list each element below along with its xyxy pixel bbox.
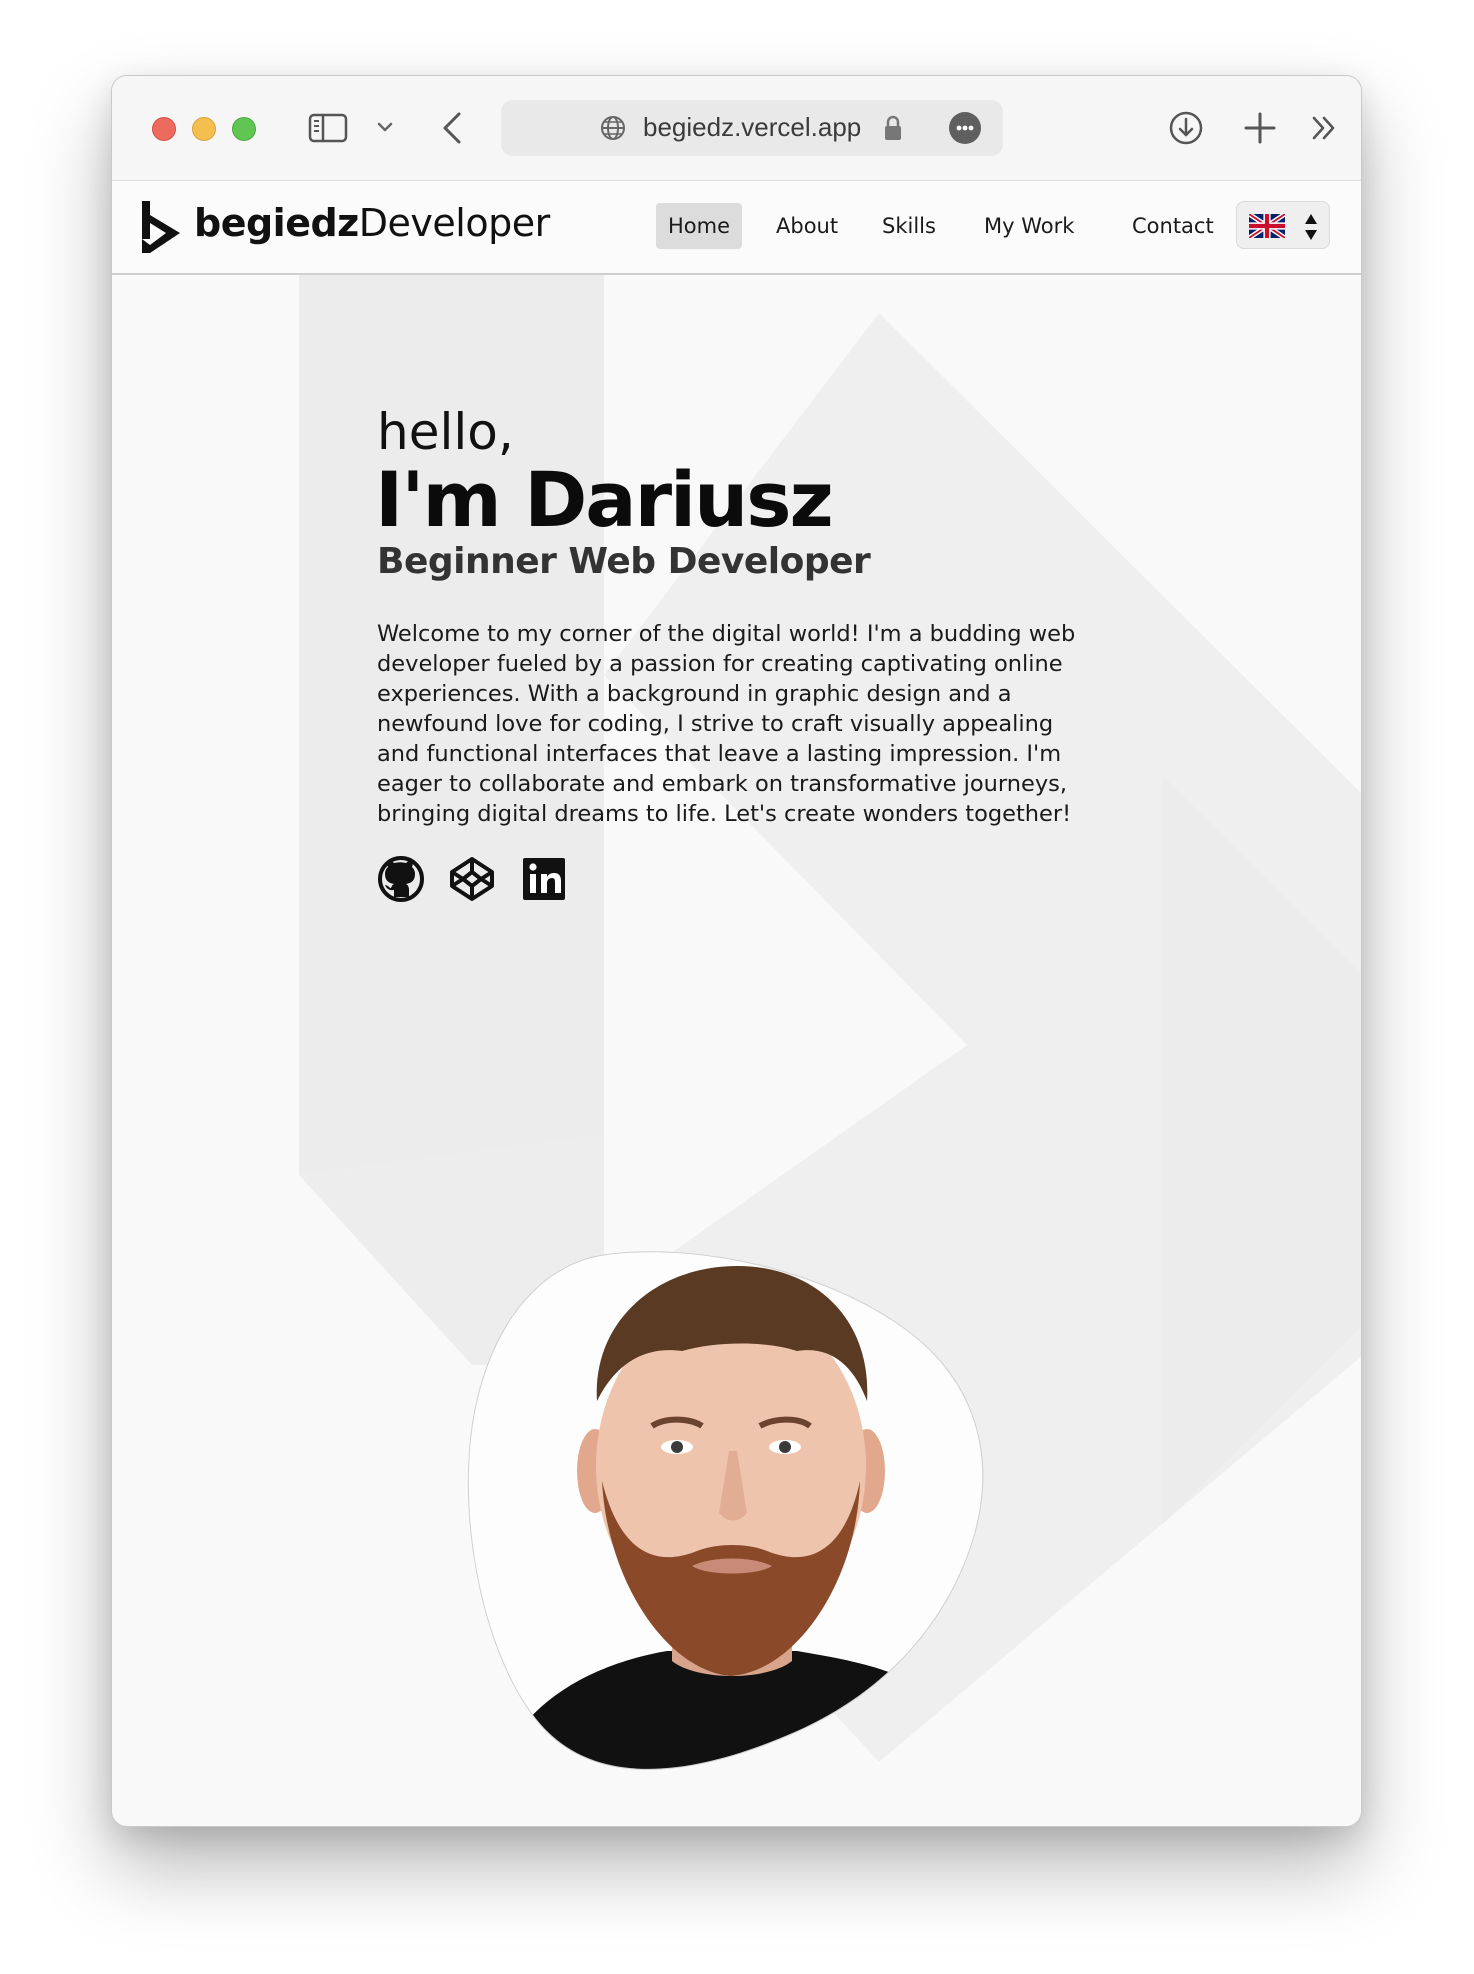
new-tab-plus-icon[interactable] [1244, 110, 1276, 146]
address-bar[interactable]: begiedz.vercel.app [501, 100, 1003, 156]
site-navbar: begiedzDeveloper Home About Skills My Wo… [112, 181, 1361, 275]
overflow-chevrons-icon[interactable] [1308, 112, 1340, 144]
logo-bold-text: begiedz [194, 201, 359, 245]
codepen-icon[interactable] [448, 855, 496, 903]
select-arrows-icon [1305, 214, 1317, 240]
sidebar-toggle-icon[interactable] [308, 112, 348, 144]
logo-light-text: Developer [358, 201, 550, 245]
minimize-window-button[interactable] [192, 117, 216, 141]
uk-flag-icon [1249, 214, 1285, 238]
globe-icon [601, 116, 625, 140]
hero-role: Beginner Web Developer [377, 541, 871, 582]
nav-skills[interactable]: Skills [870, 203, 948, 249]
download-icon[interactable] [1168, 110, 1204, 146]
close-window-button[interactable] [152, 117, 176, 141]
page-menu-button[interactable] [949, 112, 981, 144]
browser-window: begiedz.vercel.app begiedzDeveloper Home… [111, 75, 1362, 1827]
nav-my-work[interactable]: My Work [972, 203, 1086, 249]
zoom-window-button[interactable] [232, 117, 256, 141]
lock-icon [885, 115, 901, 140]
browser-toolbar: begiedz.vercel.app [112, 76, 1361, 181]
hero-section: hello, I'm Dariusz Beginner Web Develope… [112, 275, 1361, 1826]
ellipsis-icon [956, 125, 974, 131]
url-text: begiedz.vercel.app [643, 112, 862, 142]
brand-logo-icon[interactable] [140, 199, 182, 255]
linkedin-icon[interactable] [520, 855, 568, 903]
language-select[interactable] [1236, 201, 1330, 249]
nav-contact[interactable]: Contact [1120, 203, 1226, 249]
chevron-down-icon[interactable] [374, 116, 396, 138]
brand-logo-text[interactable]: begiedzDeveloper [194, 201, 550, 245]
nav-about[interactable]: About [764, 203, 850, 249]
hero-name: I'm Dariusz [375, 455, 834, 544]
portrait-photo [467, 1251, 984, 1770]
nav-home[interactable]: Home [656, 203, 743, 249]
hero-greeting: hello, [377, 403, 514, 461]
github-icon[interactable] [377, 855, 425, 903]
back-arrow-icon[interactable] [437, 110, 467, 146]
hero-intro: Welcome to my corner of the digital worl… [377, 621, 1076, 827]
